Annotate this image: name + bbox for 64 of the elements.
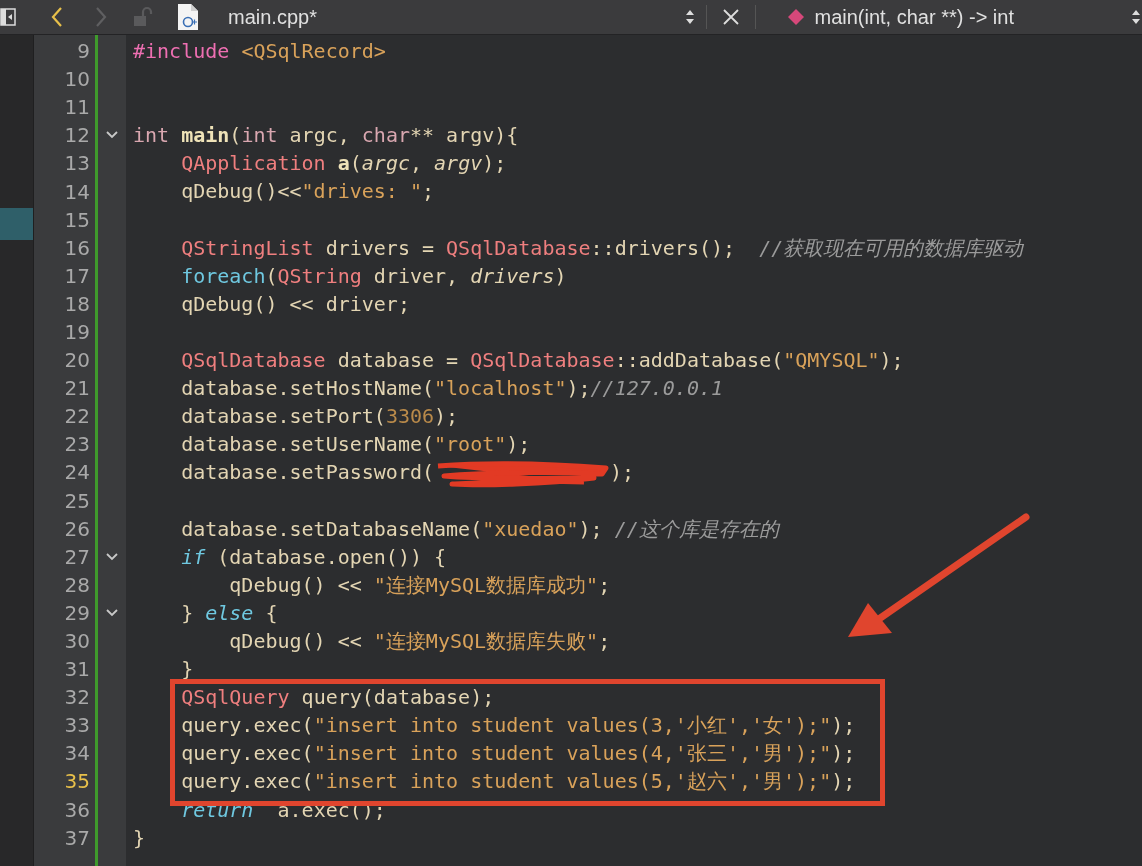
file-icon	[176, 3, 200, 31]
line-number: 21	[63, 376, 90, 401]
fold-chevron-icon[interactable]	[105, 551, 119, 562]
file-name[interactable]: main.cpp*	[228, 5, 317, 29]
line-number: 27	[63, 544, 90, 569]
selected-row-marker	[0, 208, 33, 240]
line-number: 24	[63, 460, 90, 485]
line-number: 37	[63, 825, 90, 850]
line-number: 26	[63, 516, 90, 541]
line-number: 15	[63, 207, 90, 232]
code-line: #include <QSqlRecord>	[133, 38, 387, 65]
code-line: qDebug() << "连接MySQL数据库失败";	[228, 627, 612, 655]
symbol-selector[interactable]: main(int, char **) -> int	[814, 5, 1014, 29]
line-number: 11	[63, 95, 90, 120]
code-line: foreach(QString driver, drivers)	[180, 262, 568, 290]
fold-chevron-icon[interactable]	[105, 130, 119, 141]
line-number: 14	[63, 179, 90, 204]
code-line: query.exec("insert into student values(4,'张三','男');");	[180, 740, 857, 768]
code-line: return a.exec();	[180, 796, 387, 824]
line-number: 13	[63, 151, 90, 176]
sidebar-toggle-icon[interactable]	[0, 8, 16, 26]
line-number: 36	[63, 797, 90, 822]
line-number: 22	[63, 404, 90, 429]
line-number: 16	[63, 235, 90, 260]
code-line: database.setDatabaseName("xuedao"); //这个库是存在的	[180, 515, 782, 543]
code-line: QSqlQuery query(database);	[180, 684, 496, 712]
line-number: 31	[63, 657, 90, 682]
code-line: QStringList drivers = QSqlDatabase::drivers(); //获取现在可用的数据库驱动	[180, 234, 1025, 262]
code-line: database.setHostName("localhost");//127.0.0.1	[180, 375, 725, 403]
code-line: } else {	[180, 599, 279, 627]
fold-chevron-icon[interactable]	[105, 607, 119, 618]
line-number: 35	[63, 769, 90, 794]
code-line: database.setPort(3306);	[180, 403, 460, 431]
line-number: 17	[63, 263, 90, 288]
line-number: 19	[63, 320, 90, 344]
line-number: 10	[63, 67, 90, 92]
line-number: 25	[63, 488, 90, 513]
code-line: qDebug() << "连接MySQL数据库成功";	[228, 571, 612, 599]
line-number: 12	[63, 123, 90, 148]
code-line: query.exec("insert into student values(3,'小红','女');");	[180, 712, 857, 740]
diamond-icon	[786, 7, 807, 27]
line-number: 23	[63, 432, 90, 457]
code-line: database.setUserName("root");	[180, 431, 532, 459]
code-line: query.exec("insert into student values(5,'赵六','男');");	[180, 768, 857, 796]
line-number: 34	[63, 741, 90, 766]
line-number: 28	[63, 572, 90, 597]
code-line: }	[133, 824, 147, 852]
line-number: 32	[63, 685, 90, 710]
code-line: qDebug() << driver;	[180, 290, 411, 318]
line-number: 29	[63, 600, 90, 625]
line-number: 30	[63, 629, 90, 653]
code-line: }	[180, 656, 195, 684]
code-line: database.setPassword( );	[133, 458, 1142, 487]
back-icon[interactable]	[50, 6, 64, 28]
line-number: 33	[63, 713, 90, 738]
code-line: QApplication a(argc, argv);	[180, 150, 508, 178]
code-line: int main(int argc, char** argv){	[133, 122, 520, 150]
code-line: if (database.open()) {	[180, 543, 448, 571]
line-number: 9	[76, 39, 90, 64]
code-line: qDebug()<<"drives: ";	[180, 178, 436, 206]
line-number: 18	[63, 291, 90, 316]
line-number: 20	[63, 348, 90, 373]
code-line: QSqlDatabase database = QSqlDatabase::addDatabase("QMYSQL");	[180, 347, 905, 375]
close-icon[interactable]	[721, 7, 742, 27]
